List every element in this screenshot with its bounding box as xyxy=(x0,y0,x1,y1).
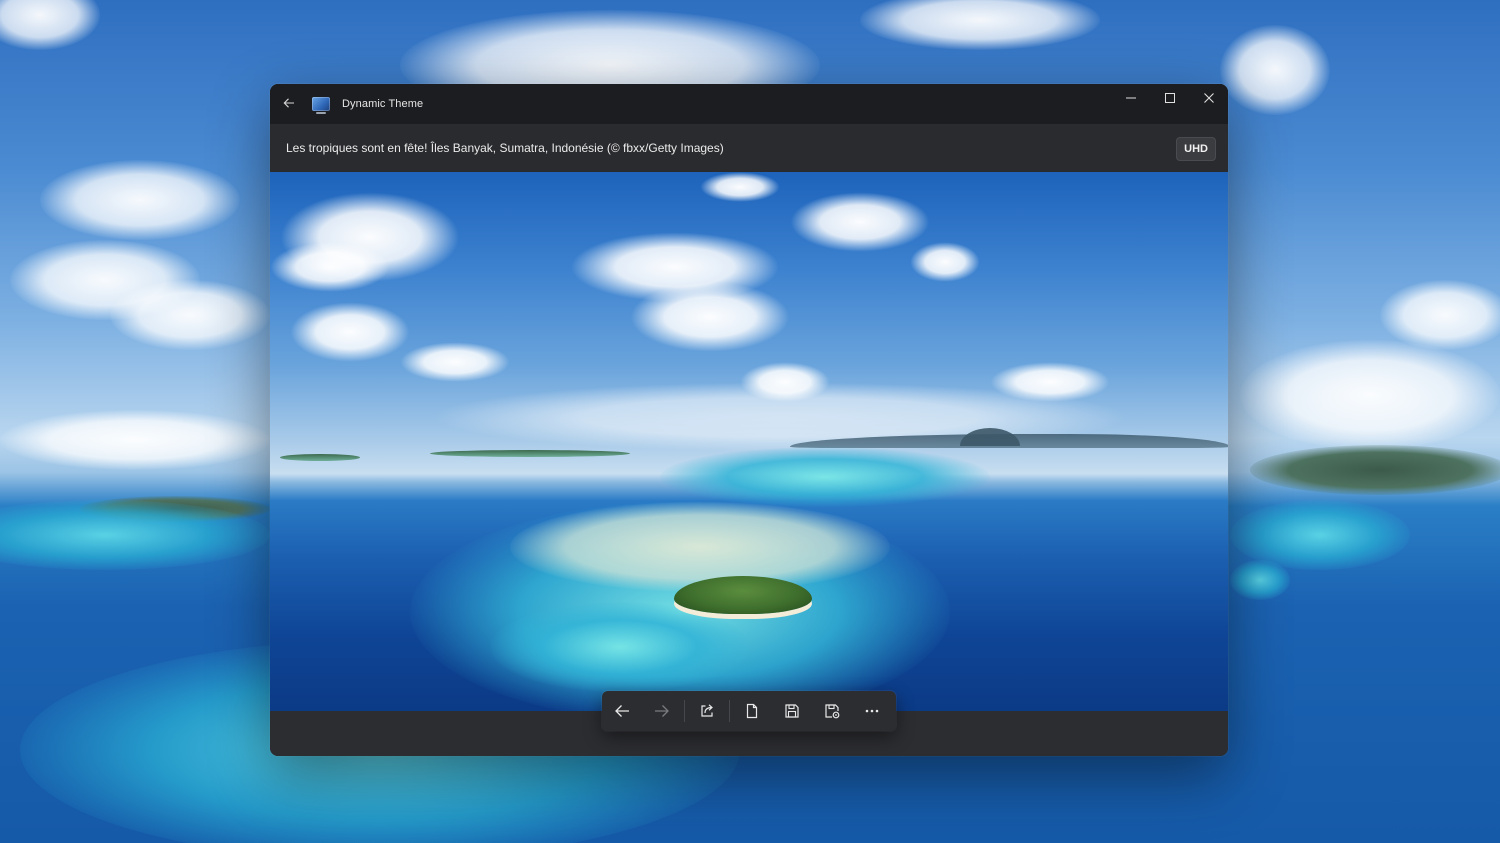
previous-image-button[interactable] xyxy=(602,691,642,731)
back-arrow-icon xyxy=(283,96,295,113)
back-button[interactable] xyxy=(270,84,308,124)
arrow-left-icon xyxy=(614,703,630,719)
minimize-button[interactable] xyxy=(1111,84,1150,112)
more-icon xyxy=(864,703,880,719)
save-as-wallpaper-button[interactable] xyxy=(812,691,852,731)
app-title: Dynamic Theme xyxy=(342,98,424,110)
maximize-icon xyxy=(1164,93,1175,103)
save-settings-icon xyxy=(824,703,840,719)
title-bar: Dynamic Theme xyxy=(270,84,1228,124)
image-caption: Les tropiques sont en fête! Îles Banyak,… xyxy=(286,141,724,155)
toolbar-separator xyxy=(729,700,730,722)
app-window: Dynamic Theme Les tropiques sont en fête… xyxy=(270,84,1228,756)
arrow-right-icon xyxy=(654,703,670,719)
close-button[interactable] xyxy=(1189,84,1228,112)
uhd-badge[interactable]: UHD xyxy=(1176,137,1216,161)
open-file-button[interactable] xyxy=(732,691,772,731)
tropical-island xyxy=(674,576,812,614)
more-options-button[interactable] xyxy=(852,691,892,731)
minimize-icon xyxy=(1125,93,1136,103)
toolbar-separator xyxy=(684,700,685,722)
image-toolbar xyxy=(602,691,896,731)
image-caption-bar: Les tropiques sont en fête! Îles Banyak,… xyxy=(270,124,1228,172)
file-icon xyxy=(744,703,760,719)
share-icon xyxy=(699,703,715,719)
close-icon xyxy=(1203,93,1214,103)
wallpaper-preview-image xyxy=(270,172,1228,711)
app-logo-icon xyxy=(312,97,330,114)
maximize-button[interactable] xyxy=(1150,84,1189,112)
window-controls xyxy=(1111,84,1228,112)
save-icon xyxy=(784,703,800,719)
next-image-button[interactable] xyxy=(642,691,682,731)
share-button[interactable] xyxy=(687,691,727,731)
save-button[interactable] xyxy=(772,691,812,731)
